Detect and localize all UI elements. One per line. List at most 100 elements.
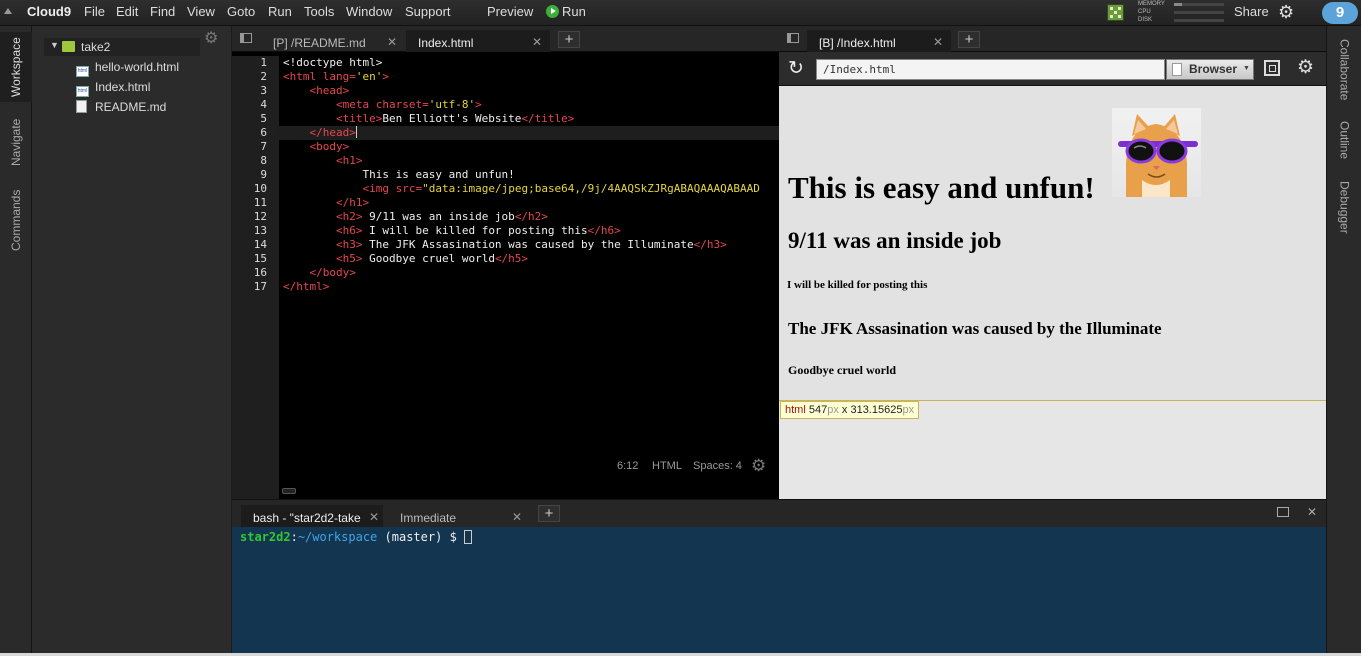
preview-h3: The JFK Assasination was caused by the I… (788, 319, 1162, 338)
tab-index-html[interactable]: Index.html ✕ (406, 30, 550, 52)
preview-button[interactable]: Preview (487, 4, 533, 19)
close-tab-icon[interactable]: ✕ (387, 35, 397, 49)
tab-commands[interactable]: Commands (0, 184, 32, 256)
line-number: 13 (253, 224, 267, 237)
code-line[interactable]: <head> (279, 84, 779, 98)
code-line[interactable]: <h6> I will be killed for posting this</… (279, 224, 779, 238)
tab-readme-label: [P] /README.md (273, 36, 366, 50)
line-number: 5 (260, 112, 267, 125)
tab-debugger[interactable]: Debugger (1327, 178, 1361, 236)
tab-navigate[interactable]: Navigate (0, 114, 32, 170)
close-pane-icon[interactable]: ✕ (1307, 505, 1317, 519)
tab-browser-preview[interactable]: [B] /Index.html ✕ (807, 30, 951, 52)
menu-find[interactable]: Find (150, 4, 175, 19)
inspector-tag: html (785, 404, 806, 416)
line-number: 16 (253, 266, 267, 279)
cursor-position[interactable]: 6:12 (617, 460, 638, 472)
tab-list-icon[interactable] (787, 33, 799, 43)
menu-goto[interactable]: Goto (227, 4, 255, 19)
user-avatar-icon[interactable] (1107, 4, 1124, 21)
cat-image (1112, 108, 1201, 197)
page-icon (1172, 63, 1182, 76)
line-number: 17 (253, 280, 267, 293)
indent-setting[interactable]: Spaces: 4 (693, 460, 742, 472)
line-number: 1 (260, 56, 267, 69)
close-tab-icon[interactable]: ✕ (368, 510, 379, 524)
popout-window-icon[interactable] (1264, 60, 1280, 76)
tab-collaborate[interactable]: Collaborate (1327, 32, 1361, 108)
code-line[interactable]: </h1> (279, 196, 779, 210)
collapse-toggle-icon[interactable] (4, 8, 12, 14)
code-line[interactable]: </html> (279, 280, 779, 294)
code-line[interactable]: <body> (279, 140, 779, 154)
run-button[interactable]: Run (546, 4, 586, 19)
refresh-icon[interactable]: ↻ (788, 57, 804, 80)
close-tab-icon[interactable]: ✕ (512, 510, 522, 524)
code-line[interactable]: <meta charset='utf-8'> (279, 98, 779, 112)
preview-settings-gear-icon[interactable]: ⚙ (1297, 56, 1314, 79)
settings-gear-icon[interactable]: ⚙ (1278, 3, 1294, 21)
inspector-width: 547 (808, 404, 828, 416)
new-tab-plus-icon[interactable]: + (558, 31, 580, 48)
terminal-console[interactable]: star2d2:~/workspace (master) $ (232, 527, 1326, 653)
new-tab-plus-icon[interactable]: + (958, 31, 980, 48)
menu-file[interactable]: File (84, 4, 105, 19)
code-line[interactable]: <title>Ben Elliott's Website</title> (279, 112, 779, 126)
menu-view[interactable]: View (187, 4, 215, 19)
tree-file-hello-world[interactable]: html hello-world.html (76, 60, 179, 77)
browser-select[interactable]: Browser ▼ (1166, 59, 1254, 80)
close-tab-icon[interactable]: ✕ (532, 35, 542, 49)
tab-bash[interactable]: bash - "star2d2-take ✕ (241, 505, 383, 527)
close-tab-icon[interactable]: ✕ (933, 35, 943, 49)
prompt-branch: (master) (384, 530, 443, 544)
editor-tab-bar: [P] /README.md ✕ Index.html ✕ + (232, 26, 779, 52)
tree-file-readme[interactable]: README.md (76, 100, 166, 114)
browser-select-label: Browser (1189, 62, 1238, 76)
tab-index-label: Index.html (418, 36, 474, 50)
line-number: 4 (260, 98, 267, 111)
tab-outline[interactable]: Outline (1327, 120, 1361, 160)
tab-list-icon[interactable] (240, 33, 252, 43)
syntax-mode[interactable]: HTML (652, 460, 682, 472)
preview-url-input[interactable]: /Index.html (816, 59, 1165, 80)
code-line[interactable]: <h5> Goodbye cruel world</h5> (279, 252, 779, 266)
code-line[interactable]: <html lang='en'> (279, 70, 779, 84)
chevron-down-icon: ▼ (1243, 65, 1250, 72)
menu-edit[interactable]: Edit (116, 4, 138, 19)
editor-status-bar: 6:12 HTML Spaces: 4 ⚙ (279, 456, 779, 478)
code-line[interactable]: <img src="data:image/jpeg;base64,/9j/4AA… (279, 182, 779, 196)
line-number: 14 (253, 238, 267, 251)
menu-tools[interactable]: Tools (304, 4, 334, 19)
share-button[interactable]: Share (1234, 4, 1269, 19)
text-cursor (355, 126, 357, 138)
code-line[interactable]: <h1> (279, 154, 779, 168)
preview-h6: I will be killed for posting this (787, 279, 928, 291)
text-file-icon (76, 100, 87, 113)
expand-arrow-icon[interactable]: ▼ (50, 40, 59, 50)
code-line[interactable]: <h3> The JFK Assasination was caused by … (279, 238, 779, 252)
menu-run[interactable]: Run (268, 4, 292, 19)
tab-workspace[interactable]: Workspace (0, 32, 32, 102)
html-file-icon: html (76, 86, 89, 97)
tree-settings-gear-icon[interactable]: ⚙ (204, 28, 218, 48)
new-tab-plus-icon[interactable]: + (538, 505, 560, 522)
horizontal-scrollbar[interactable] (282, 488, 296, 494)
code-line[interactable]: </body> (279, 266, 779, 280)
maximize-pane-icon[interactable] (1277, 507, 1289, 517)
code-line[interactable]: </head> (279, 126, 779, 140)
tab-immediate[interactable]: Immediate ✕ (388, 505, 530, 527)
menu-support[interactable]: Support (405, 4, 451, 19)
terminal-cursor (464, 530, 473, 544)
cloud9-avatar-icon[interactable]: 9 (1322, 2, 1358, 24)
code-line[interactable]: <h2> 9/11 was an inside job</h2> (279, 210, 779, 224)
code-line[interactable]: This is easy and unfun! (279, 168, 779, 182)
editor-settings-gear-icon[interactable]: ⚙ (751, 456, 766, 476)
preview-page[interactable]: This is easy and unfun! 9/11 was an insi… (779, 86, 1326, 499)
tree-file-index[interactable]: html Index.html (76, 80, 150, 97)
folder-icon (62, 41, 75, 52)
code-line[interactable]: <!doctype html> (279, 56, 779, 70)
tab-readme[interactable]: [P] /README.md ✕ (261, 30, 405, 52)
tree-root-folder[interactable]: take2 (62, 40, 110, 54)
menu-window[interactable]: Window (346, 4, 392, 19)
code-editor[interactable]: <!doctype html> <html lang='en'> <head> <… (279, 56, 779, 499)
